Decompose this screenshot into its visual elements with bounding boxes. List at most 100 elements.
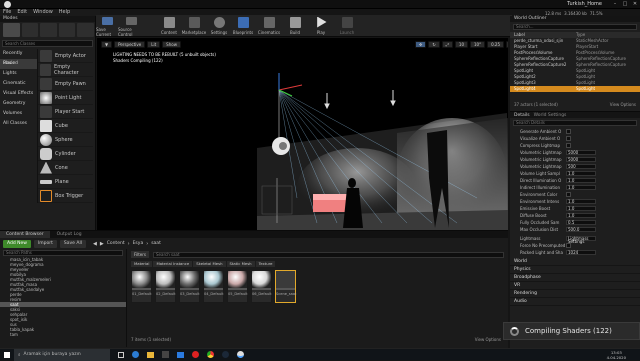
place-item[interactable]: Empty Actor (38, 49, 93, 63)
category-cinematic[interactable]: Cinematic (0, 79, 37, 89)
window-close-button[interactable]: ✕ (630, 1, 640, 7)
asset-search-input[interactable]: Search saat (153, 251, 504, 258)
unreal-taskbar-icon[interactable] (237, 351, 244, 358)
asset-tile[interactable]: 05_Default (227, 270, 248, 303)
taskbar-clock[interactable]: 13:03 4.04.2020 (607, 350, 626, 360)
category-basic[interactable]: Basic (0, 59, 37, 69)
view-options-button[interactable]: View Options (475, 337, 501, 342)
property-value[interactable]: 1.0 (566, 206, 596, 211)
tab-world-settings[interactable]: World Settings (534, 113, 567, 118)
steam-icon[interactable] (222, 351, 229, 358)
asset-tile[interactable]: 03_Default (179, 270, 200, 303)
scale-icon[interactable]: ⤢ (441, 41, 453, 48)
outliner-row[interactable]: SpotLight4 SpotLight (510, 86, 640, 92)
rotate-icon[interactable]: ↻ (428, 41, 440, 48)
nav-forward-icon[interactable]: ▶ (100, 241, 104, 247)
add-new-button[interactable]: Add New (3, 239, 31, 248)
category-visual-effects[interactable]: Visual Effects (0, 89, 37, 99)
camera-speed-button[interactable]: 4 (506, 41, 508, 48)
details-section-header[interactable]: Broadphase (510, 274, 640, 282)
property-checkbox[interactable] (566, 129, 571, 134)
search-paths-input[interactable]: Search Paths (3, 250, 123, 256)
type-filter-tab[interactable]: Skeletal Mesh (193, 260, 226, 267)
tab-content-browser[interactable]: Content Browser (0, 231, 50, 238)
folder-item[interactable]: tam (0, 332, 126, 337)
task-view-icon[interactable] (118, 351, 124, 358)
details-search-input[interactable]: Search Details (513, 120, 637, 126)
menu-help[interactable]: Help (56, 9, 73, 16)
property-checkbox[interactable] (566, 143, 571, 148)
property-value[interactable]: 5000 (566, 157, 596, 162)
property-value[interactable]: 1.0 (566, 185, 596, 190)
cinematics-button[interactable]: Cinematics (256, 15, 282, 37)
breadcrumb-item[interactable]: saat (151, 241, 161, 246)
category-all-classes[interactable]: All Classes (0, 119, 37, 129)
type-filter-tab[interactable]: Material (131, 260, 153, 267)
category-volumes[interactable]: Volumes (0, 109, 37, 119)
taskbar-search[interactable]: ⌕ Aramak için buraya yazın (14, 348, 110, 361)
mail-icon[interactable] (177, 351, 184, 358)
view-mode-button[interactable]: Lit (147, 41, 161, 48)
place-item[interactable]: Cone (38, 161, 93, 175)
property-value[interactable]: 1.0 (566, 178, 596, 183)
save-all-button[interactable]: Save All (59, 239, 86, 248)
landscape-mode-icon[interactable] (40, 23, 57, 37)
grid-snap-button[interactable]: 10 (454, 41, 469, 48)
place-item[interactable]: Plane (38, 175, 93, 189)
tab-details[interactable]: Details (510, 113, 530, 118)
place-mode-icon[interactable] (3, 23, 20, 37)
asset-tile[interactable]: 02_Default (155, 270, 176, 303)
property-value[interactable]: 500 (566, 164, 596, 169)
details-section-header[interactable]: Rendering (510, 290, 640, 298)
settings-button[interactable]: Settings (208, 15, 230, 37)
opera-icon[interactable] (192, 351, 199, 358)
category-recently-placed[interactable]: Recently Placed (0, 49, 37, 66)
breadcrumb-item[interactable]: Content (107, 241, 125, 246)
asset-tile[interactable]: Scene_saat (275, 270, 296, 303)
place-item[interactable]: Empty Character (38, 63, 93, 77)
details-section-header[interactable]: Physics (510, 266, 640, 274)
place-item[interactable]: Player Start (38, 105, 93, 119)
property-value[interactable]: 0.5 (566, 220, 596, 225)
geometry-mode-icon[interactable] (77, 23, 94, 37)
tab-output-log[interactable]: Output Log (51, 231, 88, 238)
menu-file[interactable]: File (0, 9, 14, 16)
property-value[interactable]: 1024 (566, 250, 596, 255)
windows-start-icon[interactable] (0, 349, 14, 361)
place-item[interactable]: Box Trigger (38, 189, 93, 203)
show-button[interactable]: Show (162, 41, 181, 48)
window-minimize-button[interactable]: – (610, 1, 620, 7)
level-viewport[interactable]: ▼ Perspective Lit Show ✥ ↻ ⤢ 10 10° 0.25… (97, 38, 508, 231)
filters-button[interactable]: Filters (131, 251, 149, 258)
menu-edit[interactable]: Edit (14, 9, 30, 16)
file-explorer-icon[interactable] (147, 351, 154, 358)
save-current-button[interactable]: Save Current (96, 15, 118, 37)
source-control-button[interactable]: Source Control (118, 15, 144, 37)
details-section-header[interactable]: VR (510, 282, 640, 290)
property-value[interactable]: 1.0 (566, 199, 596, 204)
marketplace-button[interactable]: Marketplace (180, 15, 208, 37)
property-value[interactable]: Lightmass Settings (566, 236, 596, 244)
store-icon[interactable] (162, 351, 169, 358)
property-checkbox[interactable] (566, 243, 571, 248)
viewport-options-button[interactable]: ▼ (101, 41, 113, 48)
type-filter-tab[interactable]: Material Instance (153, 260, 193, 267)
paint-mode-icon[interactable] (21, 23, 39, 37)
place-item[interactable]: Cube (38, 119, 93, 133)
angle-snap-button[interactable]: 10° (470, 41, 486, 48)
play-button[interactable]: Play (308, 15, 334, 37)
foliage-mode-icon[interactable] (58, 23, 76, 37)
translate-icon[interactable]: ✥ (415, 41, 427, 48)
type-filter-tab[interactable]: Texture (255, 260, 276, 267)
chrome-icon[interactable] (207, 351, 214, 358)
perspective-button[interactable]: Perspective (114, 41, 146, 48)
launch-button[interactable]: Launch (334, 15, 360, 37)
blueprints-button[interactable]: Blueprints (230, 15, 256, 37)
type-filter-tab[interactable]: Static Mesh (226, 260, 255, 267)
breadcrumb-item[interactable]: Esya (133, 241, 144, 246)
property-checkbox[interactable] (566, 136, 571, 141)
place-item[interactable]: Point Light (38, 91, 93, 105)
details-section-header[interactable]: Audio (510, 298, 640, 306)
place-item[interactable]: Sphere (38, 133, 93, 147)
outliner-search-input[interactable]: Search... (513, 24, 637, 30)
